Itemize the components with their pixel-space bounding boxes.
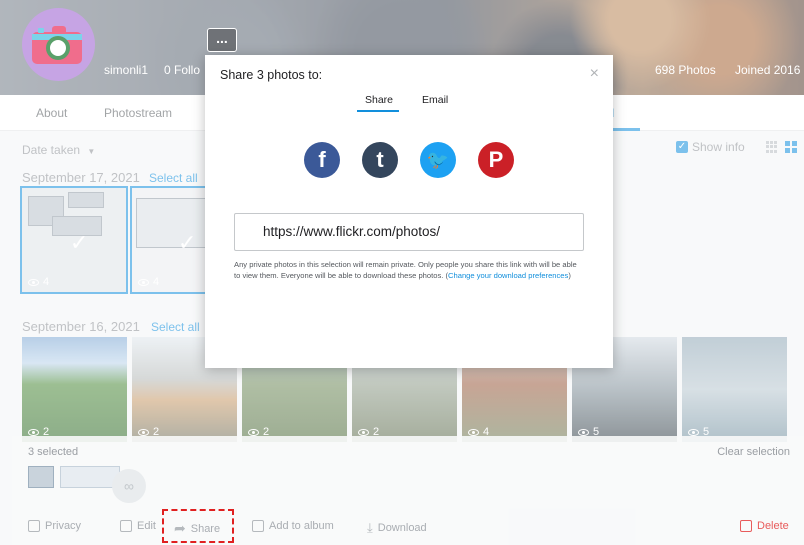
share-highlight-box bbox=[162, 509, 234, 543]
lock-icon bbox=[28, 520, 40, 532]
username[interactable]: simonli1 bbox=[104, 63, 148, 77]
download-icon: ⤓ bbox=[367, 520, 373, 535]
photos-count: 698 Photos bbox=[655, 63, 716, 77]
dialog-title: Share 3 photos to: bbox=[220, 68, 323, 82]
selected-thumbnail bbox=[60, 466, 120, 488]
privacy-button[interactable]: Privacy bbox=[28, 520, 81, 532]
download-button[interactable]: ⤓ Download bbox=[367, 520, 427, 536]
close-icon[interactable]: × bbox=[590, 65, 599, 83]
delete-label: Delete bbox=[757, 520, 789, 532]
tab-share[interactable]: Share bbox=[365, 94, 393, 106]
share-url-field[interactable]: https://www.flickr.com/photos/ bbox=[234, 213, 584, 251]
privacy-note: Any private photos in this selection wil… bbox=[234, 259, 584, 281]
share-dialog: Share 3 photos to: × Share Email f t 🐦 P… bbox=[205, 55, 613, 368]
edit-button[interactable]: Edit bbox=[120, 520, 156, 532]
joined-date: Joined 2016 bbox=[735, 63, 801, 77]
album-icon bbox=[252, 520, 264, 532]
add-to-album-button[interactable]: Add to album bbox=[252, 520, 334, 532]
trash-icon bbox=[740, 520, 752, 532]
delete-button[interactable]: Delete bbox=[740, 520, 789, 532]
edit-label: Edit bbox=[137, 520, 156, 532]
more-options-button[interactable]: ... bbox=[207, 28, 237, 52]
download-preferences-link[interactable]: Change your download preferences bbox=[448, 271, 568, 280]
active-tab-indicator bbox=[357, 110, 399, 112]
tab-email[interactable]: Email bbox=[422, 94, 448, 106]
privacy-note-end: ) bbox=[568, 271, 571, 280]
download-label: Download bbox=[377, 522, 427, 534]
pinterest-icon[interactable]: P bbox=[478, 142, 514, 178]
twitter-icon[interactable]: 🐦 bbox=[420, 142, 456, 178]
add-to-album-label: Add to album bbox=[269, 520, 334, 532]
selected-thumbnail bbox=[28, 466, 54, 488]
clear-selection-link[interactable]: Clear selection bbox=[717, 446, 790, 458]
facebook-icon[interactable]: f bbox=[304, 142, 340, 178]
avatar[interactable] bbox=[22, 8, 95, 81]
followers-count[interactable]: 0 Follo bbox=[164, 63, 200, 77]
link-icon: ∞ bbox=[112, 469, 146, 503]
edit-icon bbox=[120, 520, 132, 532]
tumblr-icon[interactable]: t bbox=[362, 142, 398, 178]
selection-bar: 3 selected Clear selection ∞ Privacy Edi… bbox=[12, 436, 804, 545]
privacy-label: Privacy bbox=[45, 520, 82, 532]
selected-count: 3 selected bbox=[28, 446, 79, 458]
